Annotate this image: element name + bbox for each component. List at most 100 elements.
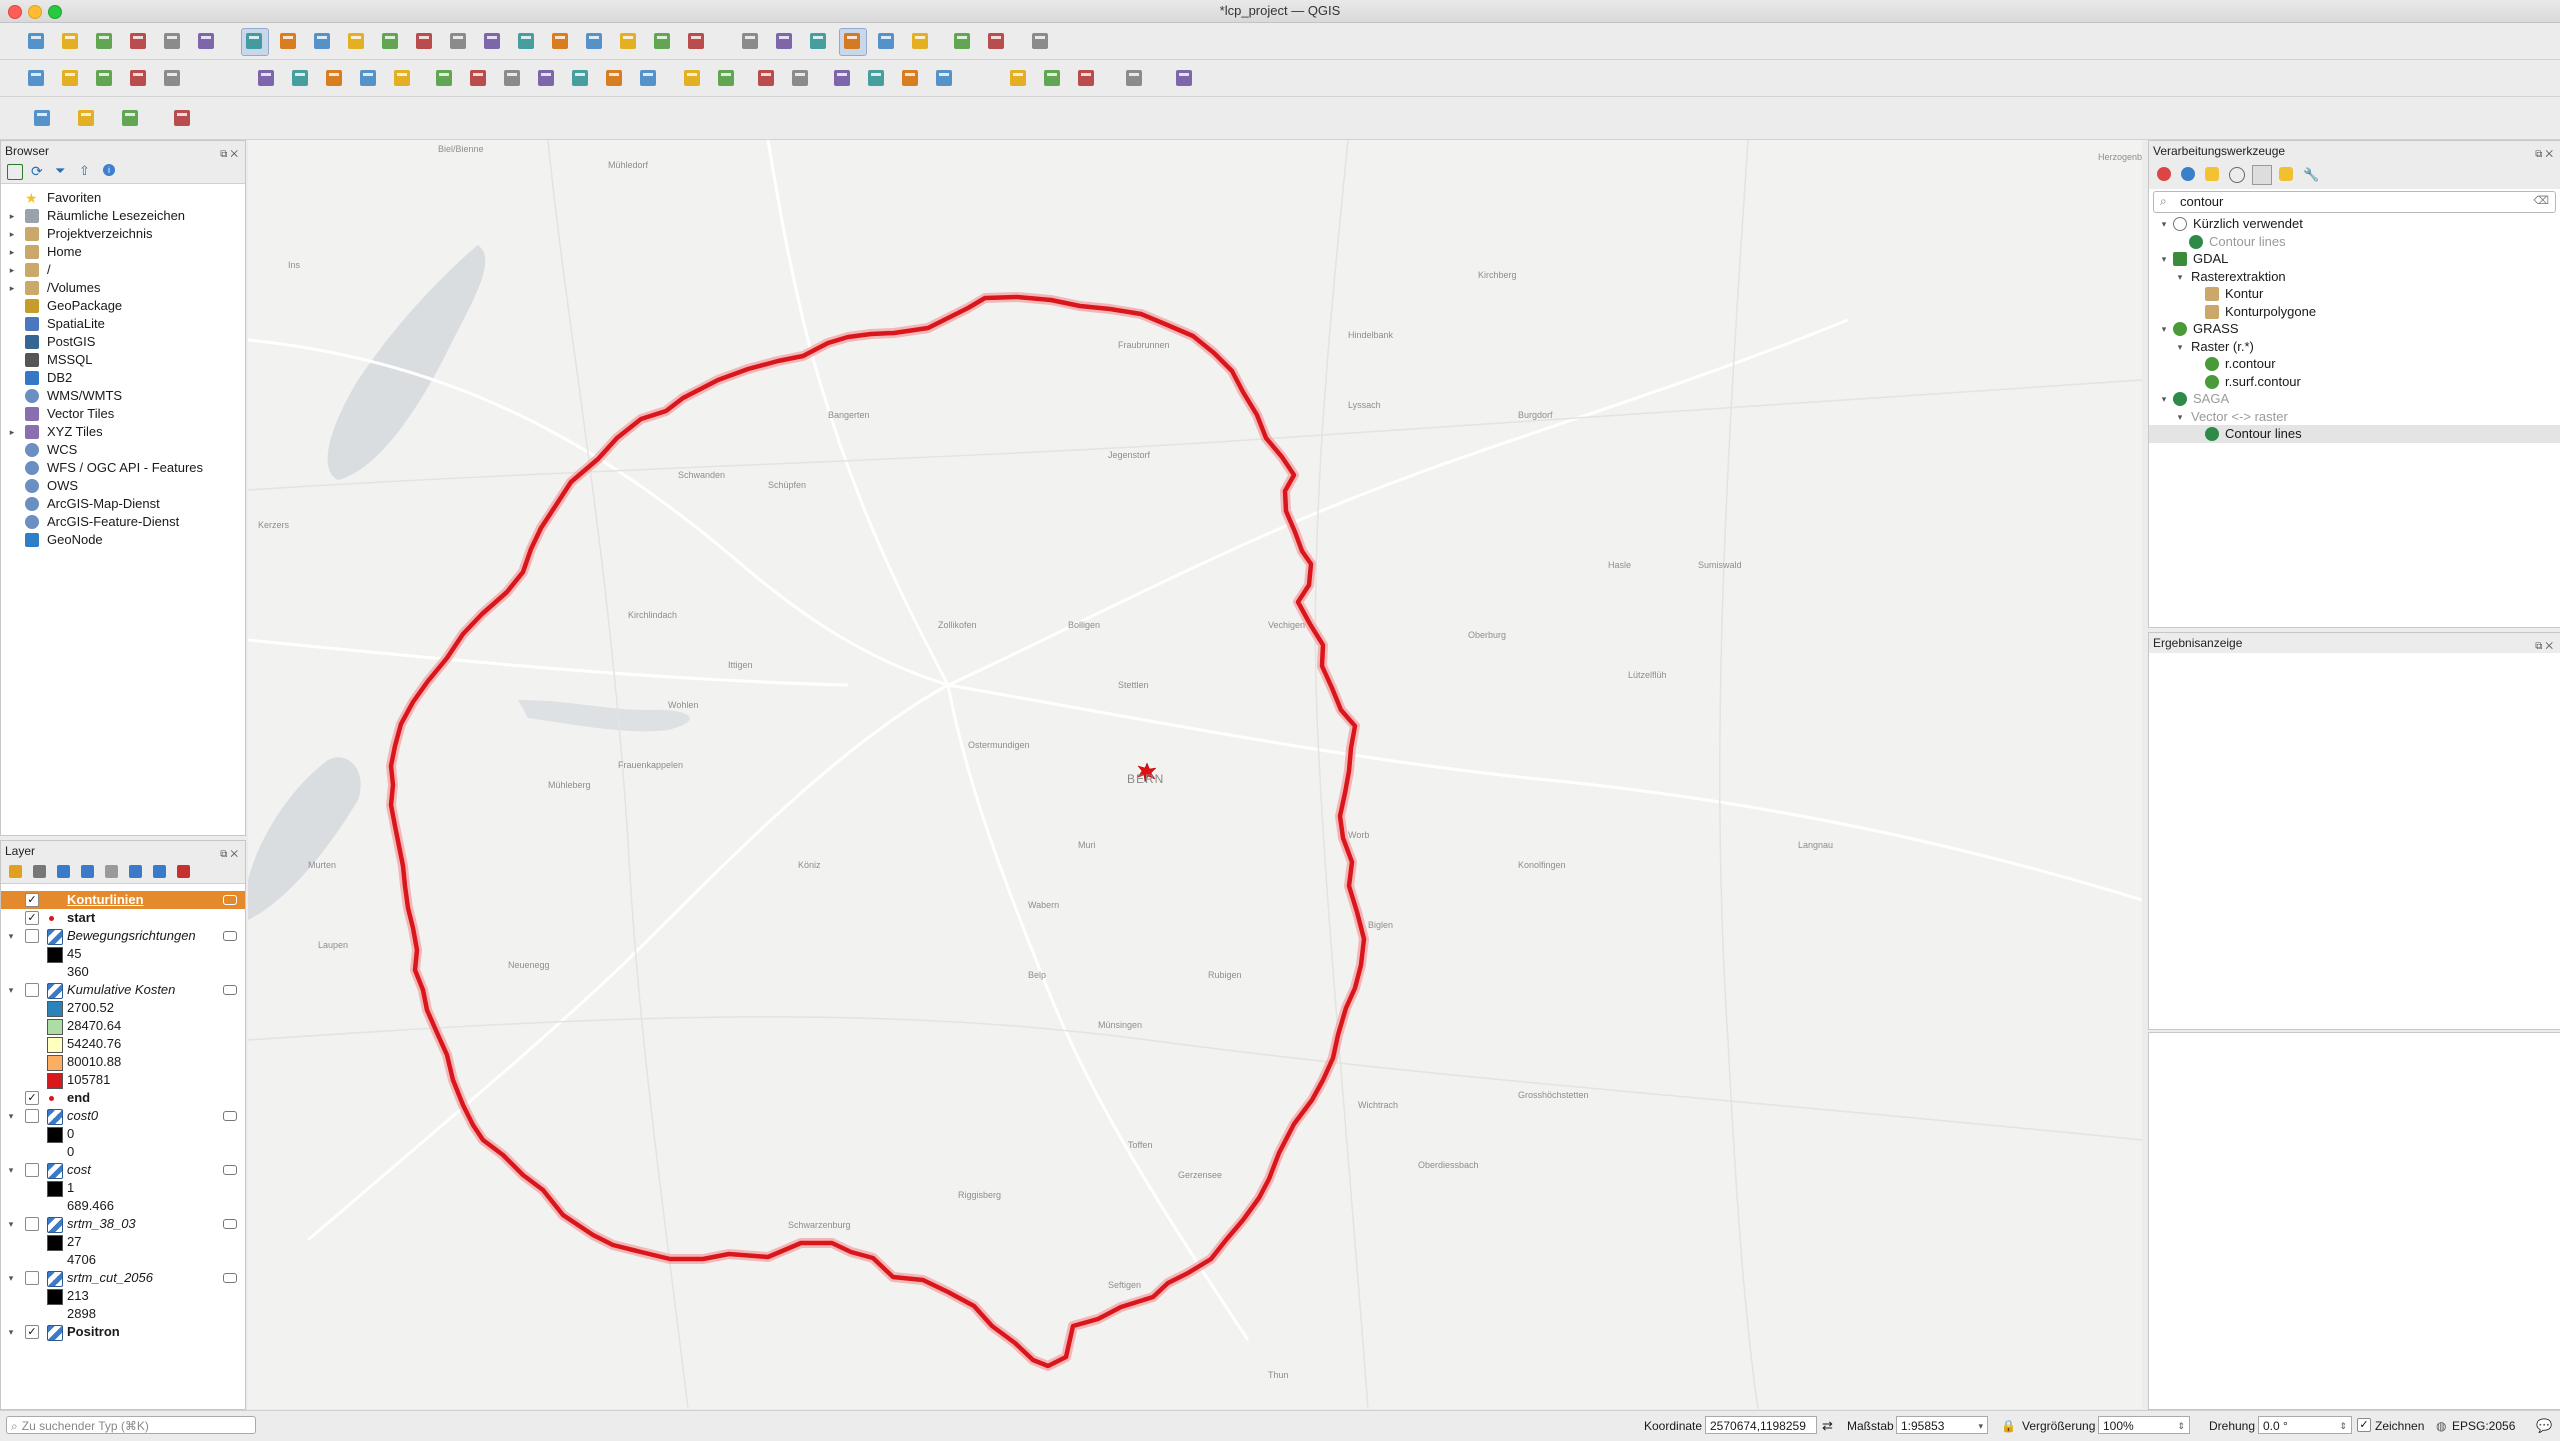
layer-visibility-checkbox[interactable]: [25, 983, 39, 997]
browser-item[interactable]: ▸ Projektverzeichnis: [1, 225, 245, 243]
add-group-icon[interactable]: [33, 865, 46, 878]
new-virtual-layer-icon[interactable]: [160, 66, 184, 90]
stepper-icon[interactable]: ⇕: [2339, 1417, 2347, 1435]
vertex-tool-icon[interactable]: [390, 66, 414, 90]
layer-row[interactable]: ▾ ✓ Positron: [1, 1323, 245, 1341]
collapse-all-icon[interactable]: [153, 865, 166, 878]
modify-attributes-icon[interactable]: [432, 66, 456, 90]
refresh-icon[interactable]: ⟳: [31, 163, 43, 180]
save-as-icon[interactable]: [126, 29, 150, 53]
visibility-eye-icon[interactable]: [223, 1219, 237, 1229]
add-selected-layers-icon[interactable]: [7, 164, 23, 180]
contour-line[interactable]: [388, 294, 1367, 1369]
browser-item[interactable]: GeoNode: [1, 531, 245, 549]
expand-all-icon[interactable]: [129, 865, 142, 878]
toggle-editing-icon[interactable]: [288, 66, 312, 90]
python-console-icon[interactable]: [1122, 66, 1146, 90]
scale-field[interactable]: 1:95853 ▾: [1896, 1416, 1988, 1434]
locator-search-field[interactable]: ⌕ Zu suchender Typ (⌘K): [6, 1416, 256, 1434]
expand-arrow-icon[interactable]: ▾: [6, 1107, 16, 1125]
layer-row[interactable]: ▾ srtm_cut_2056: [1, 1269, 245, 1287]
pan-map-icon[interactable]: [241, 28, 269, 56]
expand-arrow-icon[interactable]: ▾: [2159, 250, 2169, 268]
open-project-icon[interactable]: [58, 29, 82, 53]
map-canvas[interactable]: BERN Biel/Bienne Mühledorf Herzogenbuchsee…: [248, 140, 2142, 1409]
browser-item[interactable]: MSSQL: [1, 351, 245, 369]
layer-visibility-checkbox[interactable]: [25, 1163, 39, 1177]
history-icon[interactable]: [2181, 167, 2195, 181]
highlight-labels-icon[interactable]: [788, 66, 812, 90]
render-checkbox[interactable]: ✓: [2357, 1418, 2371, 1432]
provider-group[interactable]: ▾ GDAL: [2149, 250, 2560, 268]
expand-arrow-icon[interactable]: ▾: [6, 981, 16, 999]
browser-item[interactable]: SpatiaLite: [1, 315, 245, 333]
layout-manager-icon[interactable]: [194, 29, 218, 53]
layer-visibility-checkbox[interactable]: [25, 1109, 39, 1123]
maximize-window-button[interactable]: [48, 5, 62, 19]
layer-row[interactable]: ✓ start: [1, 909, 245, 927]
identify-icon[interactable]: [738, 29, 762, 53]
zoom-native-icon[interactable]: [480, 29, 504, 53]
provider-group[interactable]: ▾ Kürzlich verwendet: [2149, 215, 2560, 233]
measure-icon[interactable]: [908, 29, 932, 53]
provider-group[interactable]: ▾ Raster (r.*): [2149, 338, 2560, 356]
algorithm-item[interactable]: r.surf.contour: [2149, 373, 2560, 391]
algorithm-item[interactable]: Contour lines: [2149, 425, 2560, 443]
processing-search-field[interactable]: ⌕ contour ⌫: [2153, 191, 2556, 213]
layer-row[interactable]: ▾ cost0: [1, 1107, 245, 1125]
expand-arrow-icon[interactable]: ▾: [6, 1323, 16, 1341]
expand-arrow-icon[interactable]: ▾: [6, 1269, 16, 1287]
save-project-icon[interactable]: [92, 29, 116, 53]
measure-area-icon[interactable]: [170, 106, 194, 130]
collapse-all-icon[interactable]: ⇧: [79, 163, 90, 179]
clear-search-icon[interactable]: ⌫: [2533, 194, 2549, 207]
expand-arrow-icon[interactable]: ▸: [7, 207, 17, 225]
layer-visibility-checkbox[interactable]: ✓: [25, 1091, 39, 1105]
expand-arrow-icon[interactable]: ▸: [7, 225, 17, 243]
provider-group[interactable]: ▾ Vector <-> raster: [2149, 408, 2560, 426]
zoom-last-icon[interactable]: [514, 29, 538, 53]
zoom-next-icon[interactable]: [548, 29, 572, 53]
new-project-icon[interactable]: [24, 29, 48, 53]
help-icon[interactable]: [1172, 66, 1196, 90]
browser-item[interactable]: ▸ XYZ Tiles: [1, 423, 245, 441]
expand-arrow-icon[interactable]: ▾: [2175, 408, 2185, 426]
models-icon[interactable]: [2157, 167, 2171, 181]
browser-item[interactable]: WCS: [1, 441, 245, 459]
copy-icon[interactable]: [534, 66, 558, 90]
browser-item[interactable]: OWS: [1, 477, 245, 495]
algorithm-item[interactable]: Konturpolygone: [2149, 303, 2560, 321]
deselect-icon[interactable]: [74, 106, 98, 130]
algorithm-item[interactable]: Kontur: [2149, 285, 2560, 303]
new-bookmark-icon[interactable]: [582, 29, 606, 53]
expand-arrow-icon[interactable]: ▾: [2175, 338, 2185, 356]
stepper-icon[interactable]: ⇕: [2177, 1417, 2185, 1435]
undo-icon[interactable]: [602, 66, 626, 90]
expand-arrow-icon[interactable]: ▸: [7, 243, 17, 261]
layer-visibility-checkbox[interactable]: ✓: [25, 1325, 39, 1339]
messages-icon[interactable]: 💬: [2536, 1416, 2552, 1436]
plugin-icon[interactable]: [1074, 66, 1098, 90]
expand-arrow-icon[interactable]: ▾: [6, 927, 16, 945]
filter-icon[interactable]: ⏷: [55, 163, 65, 179]
browser-item[interactable]: PostGIS: [1, 333, 245, 351]
layer-row[interactable]: ✓ end: [1, 1089, 245, 1107]
filter-legend-icon[interactable]: [81, 865, 94, 878]
layer-visibility-checkbox[interactable]: ✓: [25, 893, 39, 907]
georeferencer-icon[interactable]: [1006, 66, 1030, 90]
visibility-eye-icon[interactable]: [223, 985, 237, 995]
browser-item[interactable]: ArcGIS-Feature-Dienst: [1, 513, 245, 531]
history-clock-icon[interactable]: [2229, 167, 2245, 183]
annotation-icon[interactable]: [950, 29, 974, 53]
browser-item[interactable]: ★ Favoriten: [1, 189, 245, 207]
info-icon[interactable]: i: [103, 164, 115, 176]
remove-layer-icon[interactable]: [177, 865, 190, 878]
show-hide-labels-icon[interactable]: [932, 66, 956, 90]
provider-group[interactable]: Contour lines: [2149, 233, 2560, 251]
browser-item[interactable]: ▸ /: [1, 261, 245, 279]
sum-icon[interactable]: [874, 29, 898, 53]
close-window-button[interactable]: [8, 5, 22, 19]
digitize-icon[interactable]: [356, 66, 380, 90]
filter-expression-icon[interactable]: [105, 865, 118, 878]
browser-item[interactable]: ▸ /Volumes: [1, 279, 245, 297]
